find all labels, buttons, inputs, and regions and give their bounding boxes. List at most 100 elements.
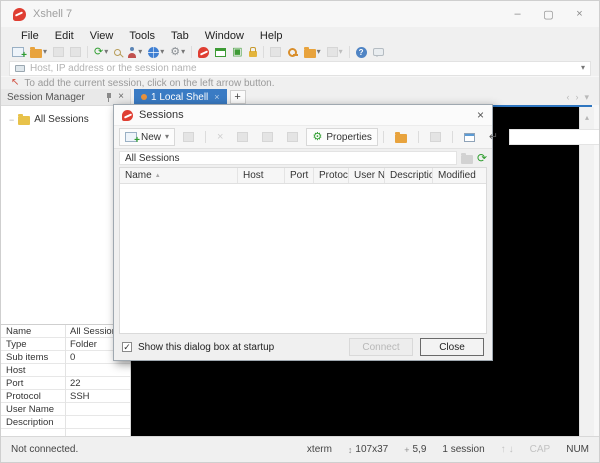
tools-button[interactable]: ⚙▾ xyxy=(167,44,188,60)
refresh-icon[interactable]: ⟳ xyxy=(477,152,487,164)
pin-icon[interactable] xyxy=(105,92,113,102)
search-icon xyxy=(114,49,121,56)
window-pane-icon xyxy=(464,133,475,142)
new-tab-button[interactable]: + xyxy=(230,90,246,104)
compose-pane-button[interactable] xyxy=(212,44,229,60)
lock-screen-button[interactable] xyxy=(246,44,260,60)
dialog-new-folder-button[interactable] xyxy=(389,128,413,146)
startup-checkbox[interactable]: ✓ xyxy=(122,342,132,352)
dropdown-caret-icon[interactable]: ▾ xyxy=(138,48,142,56)
tab-list-dropdown-icon[interactable]: ▾ xyxy=(584,92,589,103)
num-lock-indicator: NUM xyxy=(566,444,589,455)
dialog-footer: ✓ Show this dialog box at startup Connec… xyxy=(114,334,492,360)
terminal-scrollbar[interactable]: ▴ xyxy=(579,107,594,438)
menu-item-view[interactable]: View xyxy=(82,30,122,42)
tab-close-icon[interactable]: × xyxy=(214,92,219,102)
dialog-close-icon[interactable]: × xyxy=(477,108,484,122)
tree-expander-icon[interactable]: − xyxy=(9,115,14,125)
column-header-name[interactable]: Name▲ xyxy=(120,168,238,183)
close-dialog-button[interactable]: Close xyxy=(420,338,484,356)
maximize-button[interactable]: ▢ xyxy=(533,2,564,26)
open-sessions-button[interactable]: ▾ xyxy=(27,44,50,60)
menu-item-edit[interactable]: Edit xyxy=(47,30,82,42)
host-address-input[interactable] xyxy=(30,63,576,74)
dialog-title-bar[interactable]: Sessions × xyxy=(114,105,492,125)
address-dropdown-icon[interactable]: ▾ xyxy=(581,64,585,72)
dropdown-caret-icon[interactable]: ▾ xyxy=(181,48,185,56)
down-arrow-icon: ↓ xyxy=(509,444,514,455)
property-row: Sub items0 xyxy=(1,351,130,364)
menu-item-tools[interactable]: Tools xyxy=(121,30,163,42)
tab-scroll-controls: ‹ › ▾ xyxy=(566,92,599,103)
disabled-icon xyxy=(183,132,194,142)
column-header-username[interactable]: User N... xyxy=(349,168,385,183)
disabled-icon xyxy=(327,47,338,57)
help-icon: ? xyxy=(356,47,367,58)
dialog-delete-button: × xyxy=(211,128,229,146)
panel-close-icon[interactable]: × xyxy=(118,92,124,102)
chat-bubble-icon xyxy=(373,48,384,56)
close-button[interactable]: × xyxy=(564,2,595,26)
dropdown-caret-icon[interactable]: ▾ xyxy=(317,48,321,56)
column-header-protocol[interactable]: Protocol xyxy=(314,168,349,183)
open-folder-button[interactable]: ▾ xyxy=(301,44,324,60)
tree-item-label: All Sessions xyxy=(34,114,88,125)
new-session-button[interactable] xyxy=(9,44,27,60)
folder-icon xyxy=(30,49,42,58)
dropdown-caret-icon[interactable]: ▾ xyxy=(160,48,164,56)
column-header-port[interactable]: Port xyxy=(285,168,314,183)
help-button[interactable]: ? xyxy=(353,44,370,60)
sort-asc-icon: ▲ xyxy=(155,173,161,179)
xagent-button[interactable] xyxy=(195,44,212,60)
new-session-icon xyxy=(12,47,24,57)
session-manager-title: Session Manager xyxy=(7,92,85,103)
dropdown-caret-icon[interactable]: ▾ xyxy=(43,48,47,56)
xftp-button[interactable] xyxy=(284,44,301,60)
dialog-view-button[interactable] xyxy=(458,128,481,146)
scroll-up-icon[interactable]: ▴ xyxy=(585,113,589,122)
file-transfer-button xyxy=(267,44,284,60)
disabled-icon xyxy=(70,47,81,57)
minimize-button[interactable]: – xyxy=(502,2,533,26)
column-header-description[interactable]: Description xyxy=(385,168,433,183)
scroll-indicators: ↑↓ xyxy=(501,444,514,455)
property-label: Protocol xyxy=(1,391,65,402)
tab-bar: 1 Local Shell × + ‹ › ▾ xyxy=(131,89,599,105)
property-value: SSH xyxy=(65,391,130,402)
sessions-list-body[interactable] xyxy=(120,184,486,333)
menu-item-tab[interactable]: Tab xyxy=(163,30,197,42)
reconnect-button[interactable]: ⟳▾ xyxy=(91,44,111,60)
dialog-search-box[interactable] xyxy=(509,129,600,145)
session-manager-header: Session Manager × xyxy=(1,89,130,106)
tab-label: 1 Local Shell xyxy=(151,92,208,103)
fullscreen-button[interactable]: ▣ xyxy=(229,44,245,60)
folder-icon xyxy=(18,116,30,125)
user-icon xyxy=(127,47,137,58)
dialog-startup-button[interactable]: ↵ xyxy=(483,128,504,146)
dialog-properties-button[interactable]: ⚙ Properties xyxy=(306,128,377,146)
dialog-new-button[interactable]: New ▾ xyxy=(119,128,175,146)
key-icon xyxy=(287,47,298,58)
tab-scroll-right-icon[interactable]: › xyxy=(575,92,578,102)
dropdown-caret-icon[interactable]: ▾ xyxy=(104,48,108,56)
tree-item-all-sessions[interactable]: − All Sessions xyxy=(1,106,130,125)
terminal-type: xterm xyxy=(307,444,332,455)
status-bar: Not connected. xterm ↕107x37 +5,9 1 sess… xyxy=(1,436,599,462)
menu-item-help[interactable]: Help xyxy=(252,30,291,42)
column-header-host[interactable]: Host xyxy=(238,168,285,183)
feedback-button[interactable] xyxy=(370,44,387,60)
column-header-modified[interactable]: Modified xyxy=(433,168,486,183)
dialog-path-box[interactable]: All Sessions xyxy=(119,151,457,165)
folder-up-icon xyxy=(461,155,473,164)
dropdown-caret-icon[interactable]: ▾ xyxy=(165,133,169,141)
user-login-button[interactable]: ▾ xyxy=(124,44,145,60)
tab-scroll-left-icon[interactable]: ‹ xyxy=(566,92,569,102)
address-box[interactable]: ▾ xyxy=(9,61,591,76)
tab-local-shell[interactable]: 1 Local Shell × xyxy=(134,89,227,105)
menu-item-file[interactable]: File xyxy=(13,30,47,42)
properties-gear-icon: ⚙ xyxy=(312,132,322,143)
proxy-button[interactable]: ▾ xyxy=(145,44,167,60)
menu-item-window[interactable]: Window xyxy=(197,30,252,42)
find-button[interactable] xyxy=(111,44,124,60)
dialog-search-input[interactable] xyxy=(515,132,600,143)
